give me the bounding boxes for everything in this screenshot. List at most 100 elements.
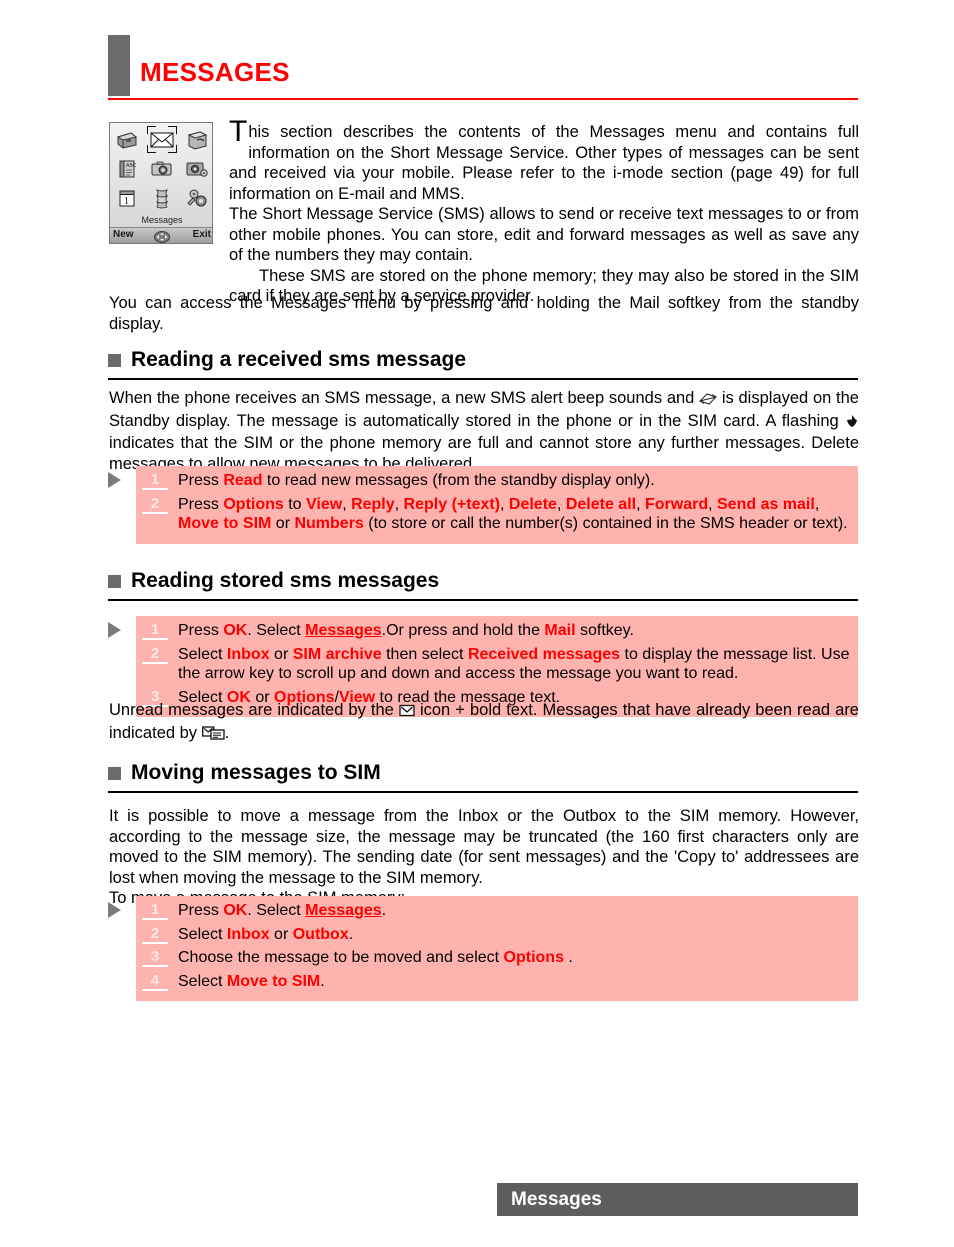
section-1-paragraph: When the phone receives an SMS message, …	[109, 388, 859, 474]
step-number: 2	[142, 645, 168, 664]
step-item[interactable]: 1 Press OK. Select Messages.	[136, 899, 858, 923]
section-rule	[108, 791, 858, 793]
unread-read-note-text: Unread messages are indicated by the ico…	[109, 700, 859, 745]
header-gray-block	[108, 35, 130, 96]
step-keyword: SIM archive	[292, 645, 382, 663]
step-keyword: Options	[223, 495, 284, 513]
step-text-run: or	[269, 925, 293, 943]
step-number: 1	[142, 621, 168, 640]
step-item[interactable]: 2 Press Options to View, Reply, Reply (+…	[136, 493, 858, 536]
step-keyword: Received messages	[467, 645, 621, 663]
step-keyword: Messages	[305, 902, 382, 919]
step-text-run: Press	[178, 495, 224, 513]
page-header: MESSAGES	[108, 35, 858, 103]
step-item[interactable]: 2 Select Inbox or SIM archive then selec…	[136, 643, 858, 686]
step-keyword: Mail	[544, 622, 576, 639]
step-keyword: Forward	[644, 495, 709, 513]
step-text-run: Press	[178, 472, 224, 489]
step-number: 2	[142, 925, 168, 944]
step-keyword: Outbox	[292, 925, 349, 943]
new-message-envelope-icon	[699, 390, 718, 411]
step-text-run: .	[320, 972, 325, 990]
read-message-icon	[201, 725, 225, 746]
step-text-run: . Select	[247, 902, 306, 919]
step-text-run: softkey.	[575, 622, 634, 639]
step-number: 1	[142, 471, 168, 490]
step-text-run: ,	[342, 495, 352, 513]
step-keyword: Reply	[351, 495, 395, 513]
step-item[interactable]: 1 Press OK. Select Messages.Or press and…	[136, 619, 858, 643]
step-text-run: Select	[178, 645, 227, 663]
step-text: Select Inbox or Outbox.	[178, 925, 850, 945]
intro-paragraph-1-text: his section describes the contents of th…	[229, 123, 859, 203]
section-rule	[108, 378, 858, 380]
header-red-rule	[108, 98, 858, 100]
step-number: 3	[142, 948, 168, 967]
step-text-run: .	[563, 949, 573, 966]
note-text-a: Unread messages are indicated by the	[109, 701, 399, 719]
footer-bar: Messages	[497, 1183, 858, 1216]
section-1-body: When the phone receives an SMS message, …	[109, 388, 859, 474]
steps-arrow-icon	[108, 902, 121, 918]
step-keyword: Reply (+text)	[403, 495, 501, 513]
step-text-run: .Or press and hold the	[381, 622, 545, 639]
step-text: Press OK. Select Messages.	[178, 901, 850, 921]
step-text-run: or	[269, 645, 293, 663]
section-bullet-icon	[108, 766, 121, 780]
step-text-run: .	[348, 925, 354, 943]
steps-arrow-icon	[108, 472, 121, 488]
manual-page: MESSAGES ABC 1 Messages New Exit T his s…	[0, 0, 954, 1247]
step-text: Press Options to View, Reply, Reply (+te…	[178, 495, 850, 534]
dropcap-letter: T	[229, 115, 248, 148]
step-keyword: OK	[223, 622, 248, 639]
step-text: Press OK. Select Messages.Or press and h…	[178, 621, 850, 641]
section-3-body: It is possible to move a message from th…	[109, 806, 859, 909]
intro-paragraph-1: This section describes the contents of t…	[229, 115, 859, 204]
step-item[interactable]: 2 Select Inbox or Outbox.	[136, 923, 858, 947]
step-text-run: ,	[814, 495, 820, 513]
step-text-run: Select	[178, 925, 227, 943]
step-text-run: to	[283, 495, 307, 513]
intro-paragraph-4: You can access the Messages menu by pres…	[109, 294, 859, 333]
intro-paragraph-2: The Short Message Service (SMS) allows t…	[229, 205, 859, 264]
step-text-run: ,	[500, 495, 509, 513]
step-number: 4	[142, 972, 168, 991]
step-item[interactable]: 4 Select Move to SIM.	[136, 970, 858, 994]
step-keyword: Messages	[305, 622, 382, 639]
step-text-run: ,	[636, 495, 645, 513]
step-text-run: ,	[556, 495, 566, 513]
step-text-run: Press	[178, 622, 224, 639]
step-keyword: View	[306, 495, 343, 513]
step-text: Press Read to read new messages (from th…	[178, 471, 850, 491]
footer-label: Messages	[511, 1189, 602, 1210]
step-keyword: Delete all	[565, 495, 637, 513]
step-text-run: to read new messages (from the standby d…	[262, 472, 655, 489]
section-heading-text: Reading a received sms message	[131, 348, 467, 371]
section-3-paragraph-1: It is possible to move a message from th…	[109, 807, 859, 887]
step-keyword: Options	[503, 949, 564, 966]
step-number: 1	[142, 901, 168, 920]
section-heading-reading-received: Reading a received sms message	[108, 347, 858, 380]
steps-box: 1 Press Read to read new messages (from …	[136, 466, 858, 544]
step-keyword: Delete	[508, 495, 557, 513]
step-text-run: or	[271, 515, 295, 532]
unread-message-icon	[399, 702, 415, 723]
step-text-run: Press	[178, 902, 224, 919]
step-keyword: Send as mail	[717, 495, 815, 513]
step-keyword: OK	[223, 902, 248, 919]
steps-box: 1 Press OK. Select Messages. 2 Select In…	[136, 896, 858, 1001]
memory-full-icon	[845, 413, 859, 434]
step-text-run: then select	[381, 645, 468, 663]
steps-arrow-icon	[108, 622, 121, 638]
step-item[interactable]: 1 Press Read to read new messages (from …	[136, 469, 858, 493]
step-text: Select Inbox or SIM archive then select …	[178, 645, 850, 684]
step-text: Select Move to SIM.	[178, 972, 850, 992]
page-title: MESSAGES	[140, 57, 290, 87]
section-heading-text: Reading stored sms messages	[131, 569, 440, 592]
step-text-run: Select	[178, 972, 227, 990]
section-heading-reading-stored: Reading stored sms messages	[108, 568, 858, 601]
step-keyword: Numbers	[294, 515, 364, 532]
section-bullet-icon	[108, 353, 121, 367]
unread-read-note: Unread messages are indicated by the ico…	[109, 700, 859, 745]
step-item[interactable]: 3 Choose the message to be moved and sel…	[136, 946, 858, 970]
